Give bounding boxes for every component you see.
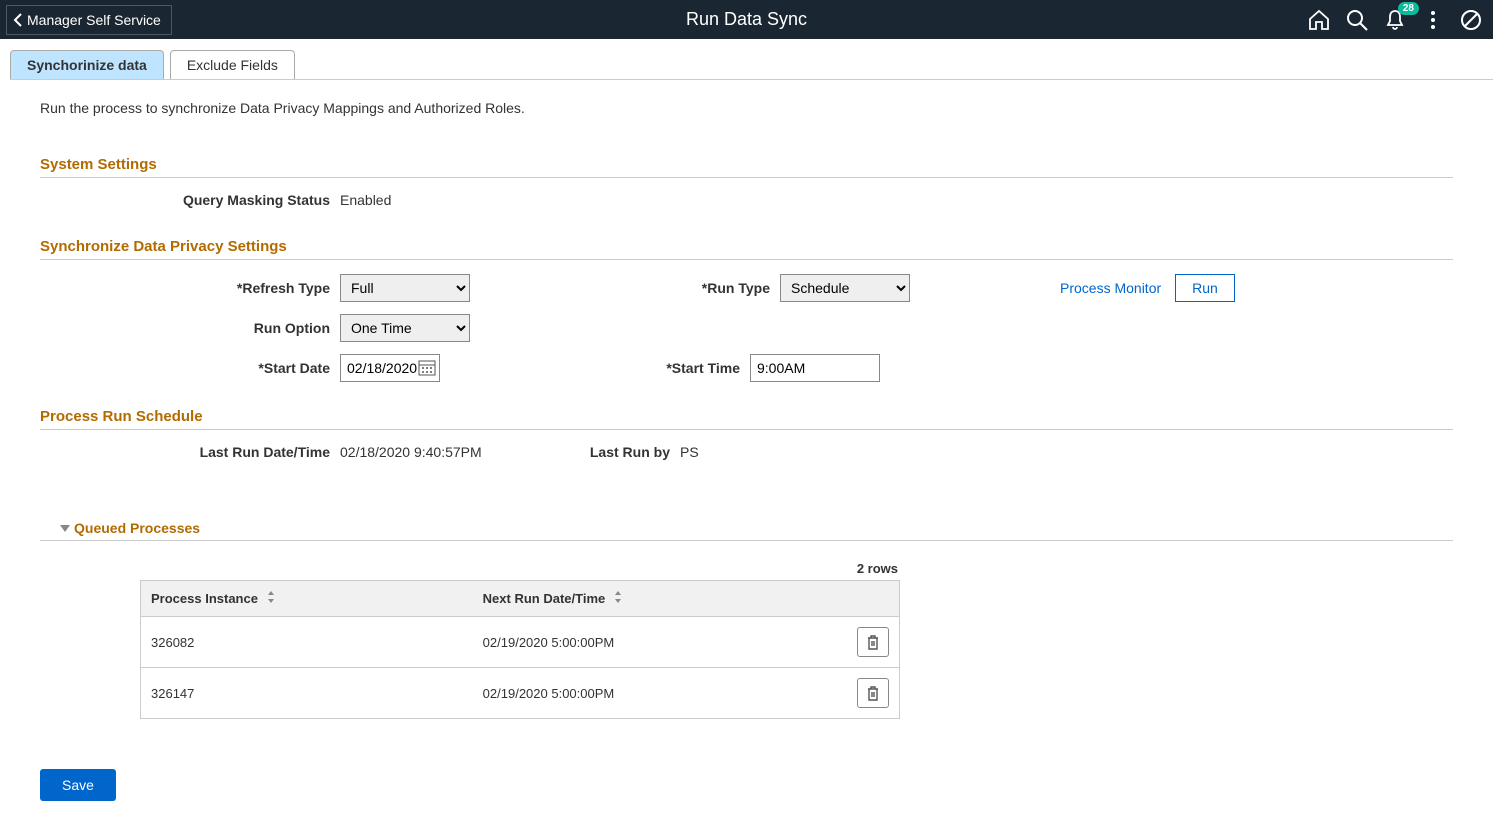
ban-icon[interactable] bbox=[1459, 8, 1483, 32]
query-masking-value: Enabled bbox=[340, 192, 391, 208]
query-masking-label: Query Masking Status bbox=[40, 192, 340, 208]
next-run-cell: 02/19/2020 5:00:00PM bbox=[473, 617, 840, 668]
calendar-icon[interactable] bbox=[418, 358, 436, 376]
process-monitor-link[interactable]: Process Monitor bbox=[1060, 280, 1161, 296]
section-sync-settings: Synchronize Data Privacy Settings bbox=[40, 238, 1453, 260]
process-instance-cell: 326147 bbox=[141, 668, 473, 719]
app-header: Manager Self Service Run Data Sync 28 bbox=[0, 0, 1493, 39]
last-run-value: 02/18/2020 9:40:57PM bbox=[340, 444, 540, 460]
header-icons: 28 bbox=[1307, 8, 1493, 32]
queued-processes-title: Queued Processes bbox=[74, 520, 200, 536]
save-button[interactable]: Save bbox=[40, 769, 116, 801]
table-row: 326147 02/19/2020 5:00:00PM bbox=[141, 668, 900, 719]
run-type-select[interactable]: Schedule bbox=[780, 274, 910, 302]
sort-icon bbox=[613, 591, 623, 606]
trash-icon bbox=[866, 685, 880, 701]
kebab-menu-icon[interactable] bbox=[1421, 8, 1445, 32]
queued-processes-toggle[interactable]: Queued Processes bbox=[60, 520, 200, 536]
start-date-label: *Start Date bbox=[40, 360, 340, 376]
search-icon[interactable] bbox=[1345, 8, 1369, 32]
grid-row-count: 2 rows bbox=[140, 557, 900, 580]
sort-icon bbox=[266, 591, 276, 606]
run-type-label: *Run Type bbox=[640, 280, 780, 296]
back-button[interactable]: Manager Self Service bbox=[6, 5, 172, 35]
tab-synchronize-data[interactable]: Synchorinize data bbox=[10, 50, 164, 79]
main-content: Run the process to synchronize Data Priv… bbox=[0, 80, 1493, 821]
col-next-run[interactable]: Next Run Date/Time bbox=[473, 581, 840, 617]
intro-text: Run the process to synchronize Data Priv… bbox=[40, 100, 1453, 116]
notification-badge: 28 bbox=[1398, 2, 1419, 15]
last-run-by-value: PS bbox=[680, 444, 699, 460]
delete-row-button[interactable] bbox=[857, 627, 889, 657]
table-row: 326082 02/19/2020 5:00:00PM bbox=[141, 617, 900, 668]
page-title: Run Data Sync bbox=[686, 9, 807, 30]
run-option-select[interactable]: One Time bbox=[340, 314, 470, 342]
run-button[interactable]: Run bbox=[1175, 274, 1235, 302]
refresh-type-label: *Refresh Type bbox=[40, 280, 340, 296]
queued-grid-wrap: 2 rows Process Instance Next Run Date/Ti… bbox=[140, 557, 900, 719]
collapse-triangle-icon bbox=[60, 525, 70, 532]
home-icon[interactable] bbox=[1307, 8, 1331, 32]
queued-processes-table: Process Instance Next Run Date/Time bbox=[140, 580, 900, 719]
back-label: Manager Self Service bbox=[27, 12, 161, 28]
section-process-schedule: Process Run Schedule bbox=[40, 408, 1453, 430]
start-time-label: *Start Time bbox=[610, 360, 750, 376]
refresh-type-select[interactable]: Full bbox=[340, 274, 470, 302]
notifications-button[interactable]: 28 bbox=[1383, 8, 1407, 32]
chevron-left-icon bbox=[13, 13, 23, 27]
col-process-instance[interactable]: Process Instance bbox=[141, 581, 473, 617]
next-run-cell: 02/19/2020 5:00:00PM bbox=[473, 668, 840, 719]
delete-row-button[interactable] bbox=[857, 678, 889, 708]
tabs: Synchorinize data Exclude Fields bbox=[10, 50, 1493, 80]
tab-exclude-fields[interactable]: Exclude Fields bbox=[170, 50, 295, 79]
start-time-input[interactable] bbox=[750, 354, 880, 382]
last-run-label: Last Run Date/Time bbox=[40, 444, 340, 460]
section-system-settings: System Settings bbox=[40, 156, 1453, 178]
trash-icon bbox=[866, 634, 880, 650]
last-run-by-label: Last Run by bbox=[540, 444, 680, 460]
run-option-label: Run Option bbox=[40, 320, 340, 336]
process-instance-cell: 326082 bbox=[141, 617, 473, 668]
